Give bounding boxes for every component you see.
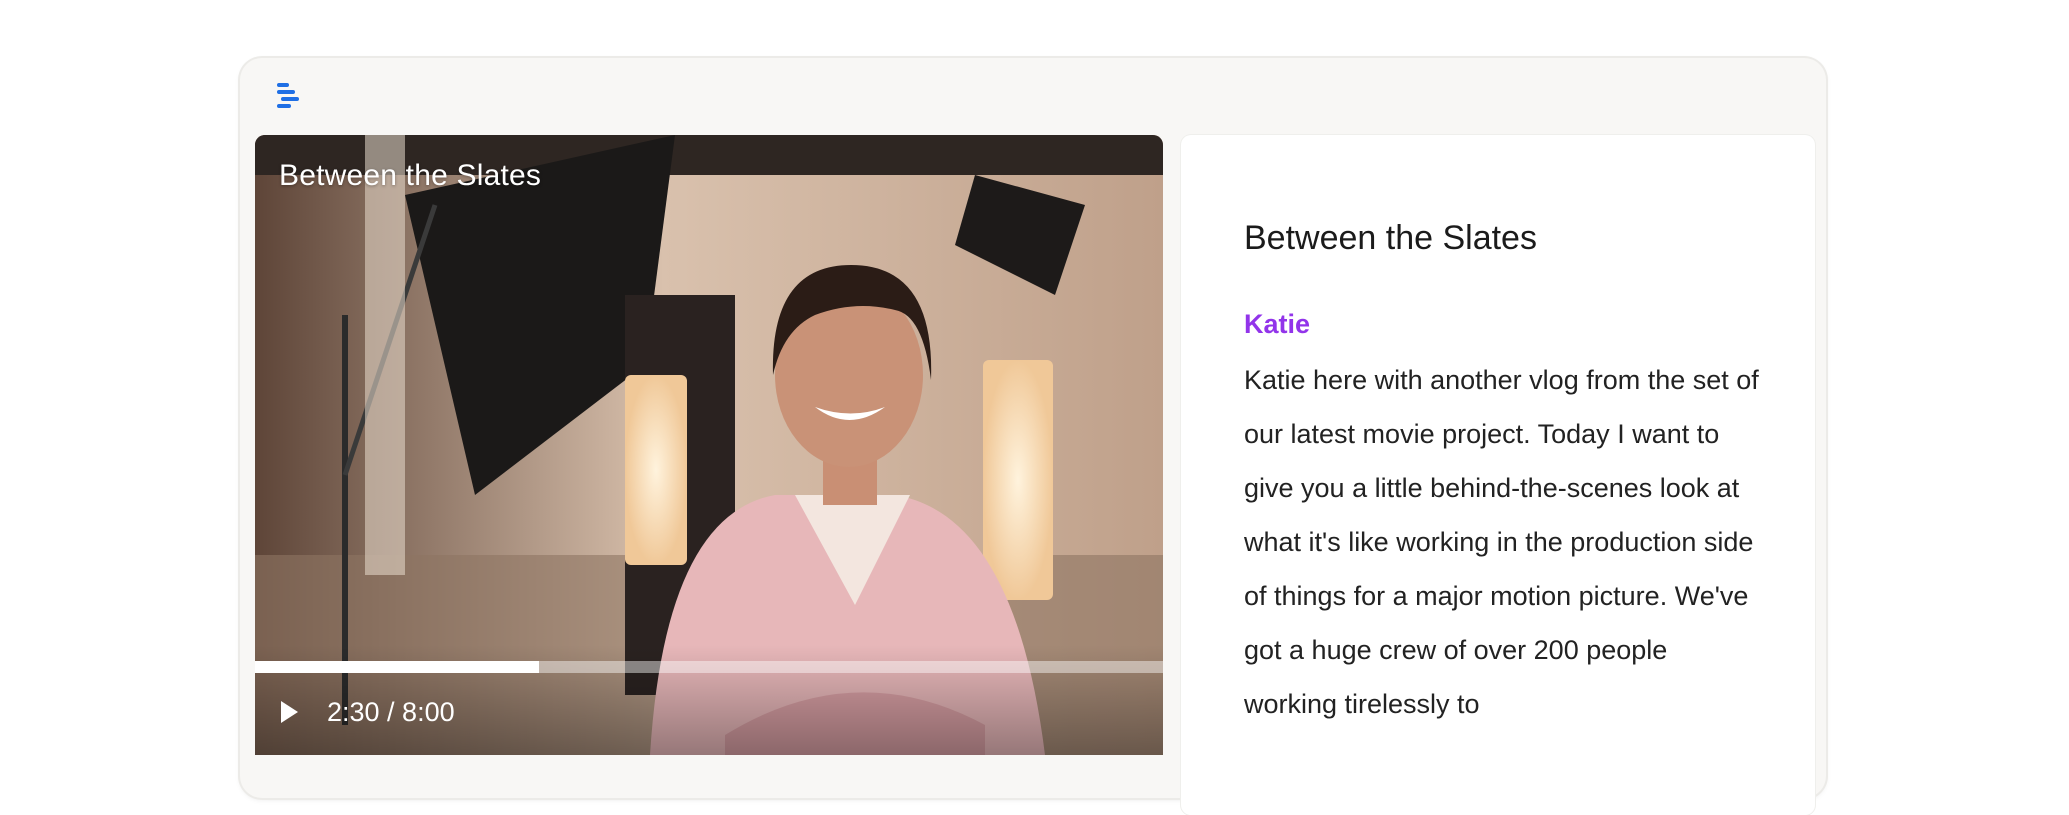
app-window: Between the Slates 2:30 / 8:00 Between t…: [240, 58, 1826, 815]
details-panel: Between the Slates Katie Katie here with…: [1181, 135, 1815, 815]
progress-fill: [255, 661, 539, 673]
video-player[interactable]: Between the Slates 2:30 / 8:00: [255, 135, 1163, 755]
stacked-bars-logo-icon[interactable]: [277, 82, 301, 110]
author-name[interactable]: Katie: [1244, 309, 1310, 340]
panel-title: Between the Slates: [1244, 219, 1537, 257]
video-title: Between the Slates: [279, 159, 542, 192]
time-readout: 2:30 / 8:00: [327, 697, 455, 727]
post-body: Katie here with another vlog from the se…: [1244, 365, 1759, 719]
play-icon[interactable]: [281, 701, 298, 723]
progress-bar[interactable]: [255, 661, 1163, 673]
